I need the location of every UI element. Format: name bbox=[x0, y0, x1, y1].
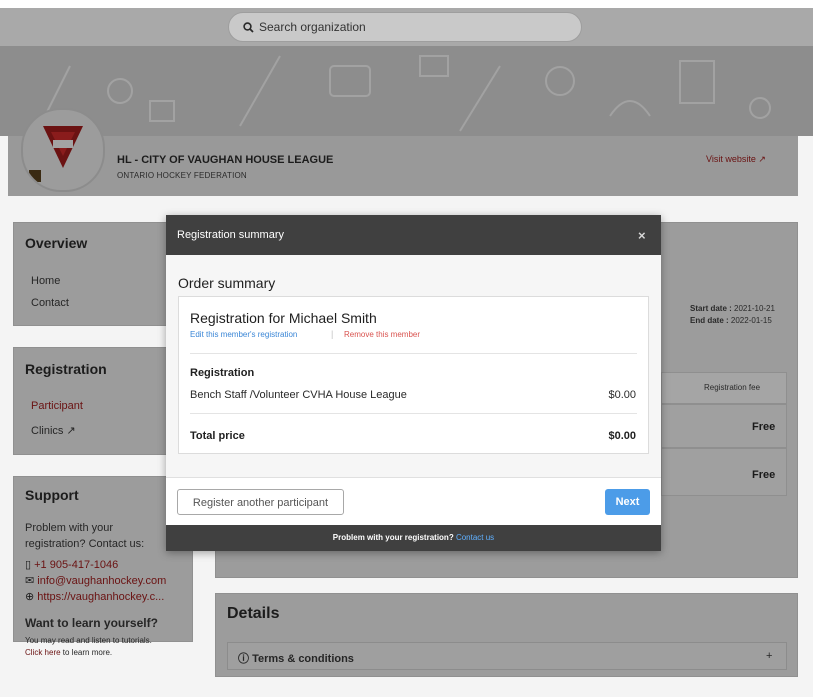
organization-federation: ONTARIO HOCKEY FEDERATION bbox=[117, 171, 247, 180]
help-text: Problem with your registration? bbox=[332, 533, 454, 542]
terms-label: ⓘ Terms & conditions bbox=[238, 650, 354, 666]
start-date: Start date : 2021-10-21 bbox=[690, 304, 775, 313]
visit-website-link[interactable]: Visit website ↗ bbox=[706, 154, 766, 165]
end-date-label: End date : bbox=[690, 316, 729, 325]
total-price-value: $0.00 bbox=[608, 430, 636, 442]
organization-header bbox=[8, 136, 798, 196]
mail-icon: ✉ bbox=[25, 575, 38, 587]
learn-line: Click here to learn more. bbox=[25, 648, 112, 657]
close-icon[interactable]: × bbox=[638, 228, 646, 243]
edit-member-registration-link[interactable]: Edit this member's registration bbox=[190, 330, 297, 339]
sidebar-item-home[interactable]: Home bbox=[31, 275, 60, 287]
support-phone-link[interactable]: ▯ +1 905-417-1046 bbox=[25, 558, 118, 571]
start-date-label: Start date : bbox=[690, 304, 732, 313]
fee-header: Registration fee bbox=[704, 383, 761, 392]
fee-value-2: Free bbox=[752, 469, 776, 481]
end-date: End date : 2022-01-15 bbox=[690, 316, 772, 325]
support-title: Support bbox=[25, 487, 79, 503]
overview-title: Overview bbox=[25, 235, 88, 251]
organization-banner bbox=[0, 46, 813, 136]
support-phone: +1 905-417-1046 bbox=[34, 559, 119, 571]
phone-icon: ▯ bbox=[25, 559, 35, 571]
sidebar-item-participant[interactable]: Participant bbox=[31, 400, 83, 412]
total-price-label: Total price bbox=[190, 430, 245, 442]
remove-member-link[interactable]: Remove this member bbox=[344, 330, 420, 339]
info-icon: ⓘ bbox=[238, 653, 253, 665]
next-button[interactable]: Next bbox=[605, 489, 650, 515]
modal-body: Order summary Registration for Michael S… bbox=[166, 255, 661, 477]
divider bbox=[190, 413, 637, 414]
order-card: Registration for Michael Smith Edit this… bbox=[178, 296, 649, 454]
learn-text: You may read and listen to tutorials. bbox=[25, 636, 152, 645]
search-bar[interactable]: Search organization bbox=[228, 12, 582, 42]
support-text-line-2: registration? Contact us: bbox=[25, 538, 145, 550]
organization-name: HL - CITY OF VAUGHAN HOUSE LEAGUE bbox=[117, 154, 334, 166]
sidebar-item-contact[interactable]: Contact bbox=[31, 297, 69, 309]
modal-header: Registration summary × bbox=[166, 215, 661, 255]
registration-title: Registration bbox=[25, 361, 107, 377]
support-text-line-1: Problem with your bbox=[25, 522, 114, 534]
register-another-participant-button[interactable]: Register another participant bbox=[177, 489, 344, 515]
registration-section-label: Registration bbox=[190, 367, 255, 379]
end-date-value: 2022-01-15 bbox=[730, 316, 772, 325]
registration-summary-modal: Registration summary × Order summary Reg… bbox=[166, 215, 661, 551]
registration-for-title: Registration for Michael Smith bbox=[190, 310, 377, 326]
modal-help-bar: Problem with your registration? Contact … bbox=[166, 525, 661, 551]
terms-text: Terms & conditions bbox=[252, 653, 354, 665]
top-spacer bbox=[0, 0, 813, 8]
search-input[interactable]: Search organization bbox=[259, 20, 366, 34]
line-item-price: $0.00 bbox=[608, 389, 636, 401]
modal-title: Registration summary bbox=[177, 229, 284, 241]
link-separator: | bbox=[331, 329, 334, 339]
learn-suffix: to learn more. bbox=[60, 648, 113, 657]
learn-link[interactable]: Click here bbox=[25, 648, 61, 657]
line-item-name: Bench Staff /Volunteer CVHA House League bbox=[190, 389, 407, 401]
terms-expand-icon[interactable]: + bbox=[766, 650, 772, 662]
start-date-value: 2021-10-21 bbox=[734, 304, 775, 313]
support-email: info@vaughanhockey.com bbox=[37, 575, 167, 587]
organization-logo bbox=[21, 108, 105, 192]
learn-title: Want to learn yourself? bbox=[25, 616, 158, 630]
support-website-link[interactable]: ⊕ https://vaughanhockey.c... bbox=[25, 590, 164, 603]
order-summary-title: Order summary bbox=[178, 275, 276, 291]
contact-us-link[interactable]: Contact us bbox=[456, 533, 494, 542]
details-title: Details bbox=[227, 605, 280, 622]
support-email-link[interactable]: ✉ info@vaughanhockey.com bbox=[25, 574, 166, 587]
sidebar-item-clinics[interactable]: Clinics ↗ bbox=[31, 424, 76, 437]
support-website: https://vaughanhockey.c... bbox=[37, 591, 165, 603]
divider bbox=[190, 353, 637, 354]
modal-footer: Register another participant Next bbox=[166, 477, 661, 526]
globe-icon: ⊕ bbox=[25, 591, 38, 603]
search-icon bbox=[243, 20, 254, 38]
fee-value-1: Free bbox=[752, 421, 776, 433]
